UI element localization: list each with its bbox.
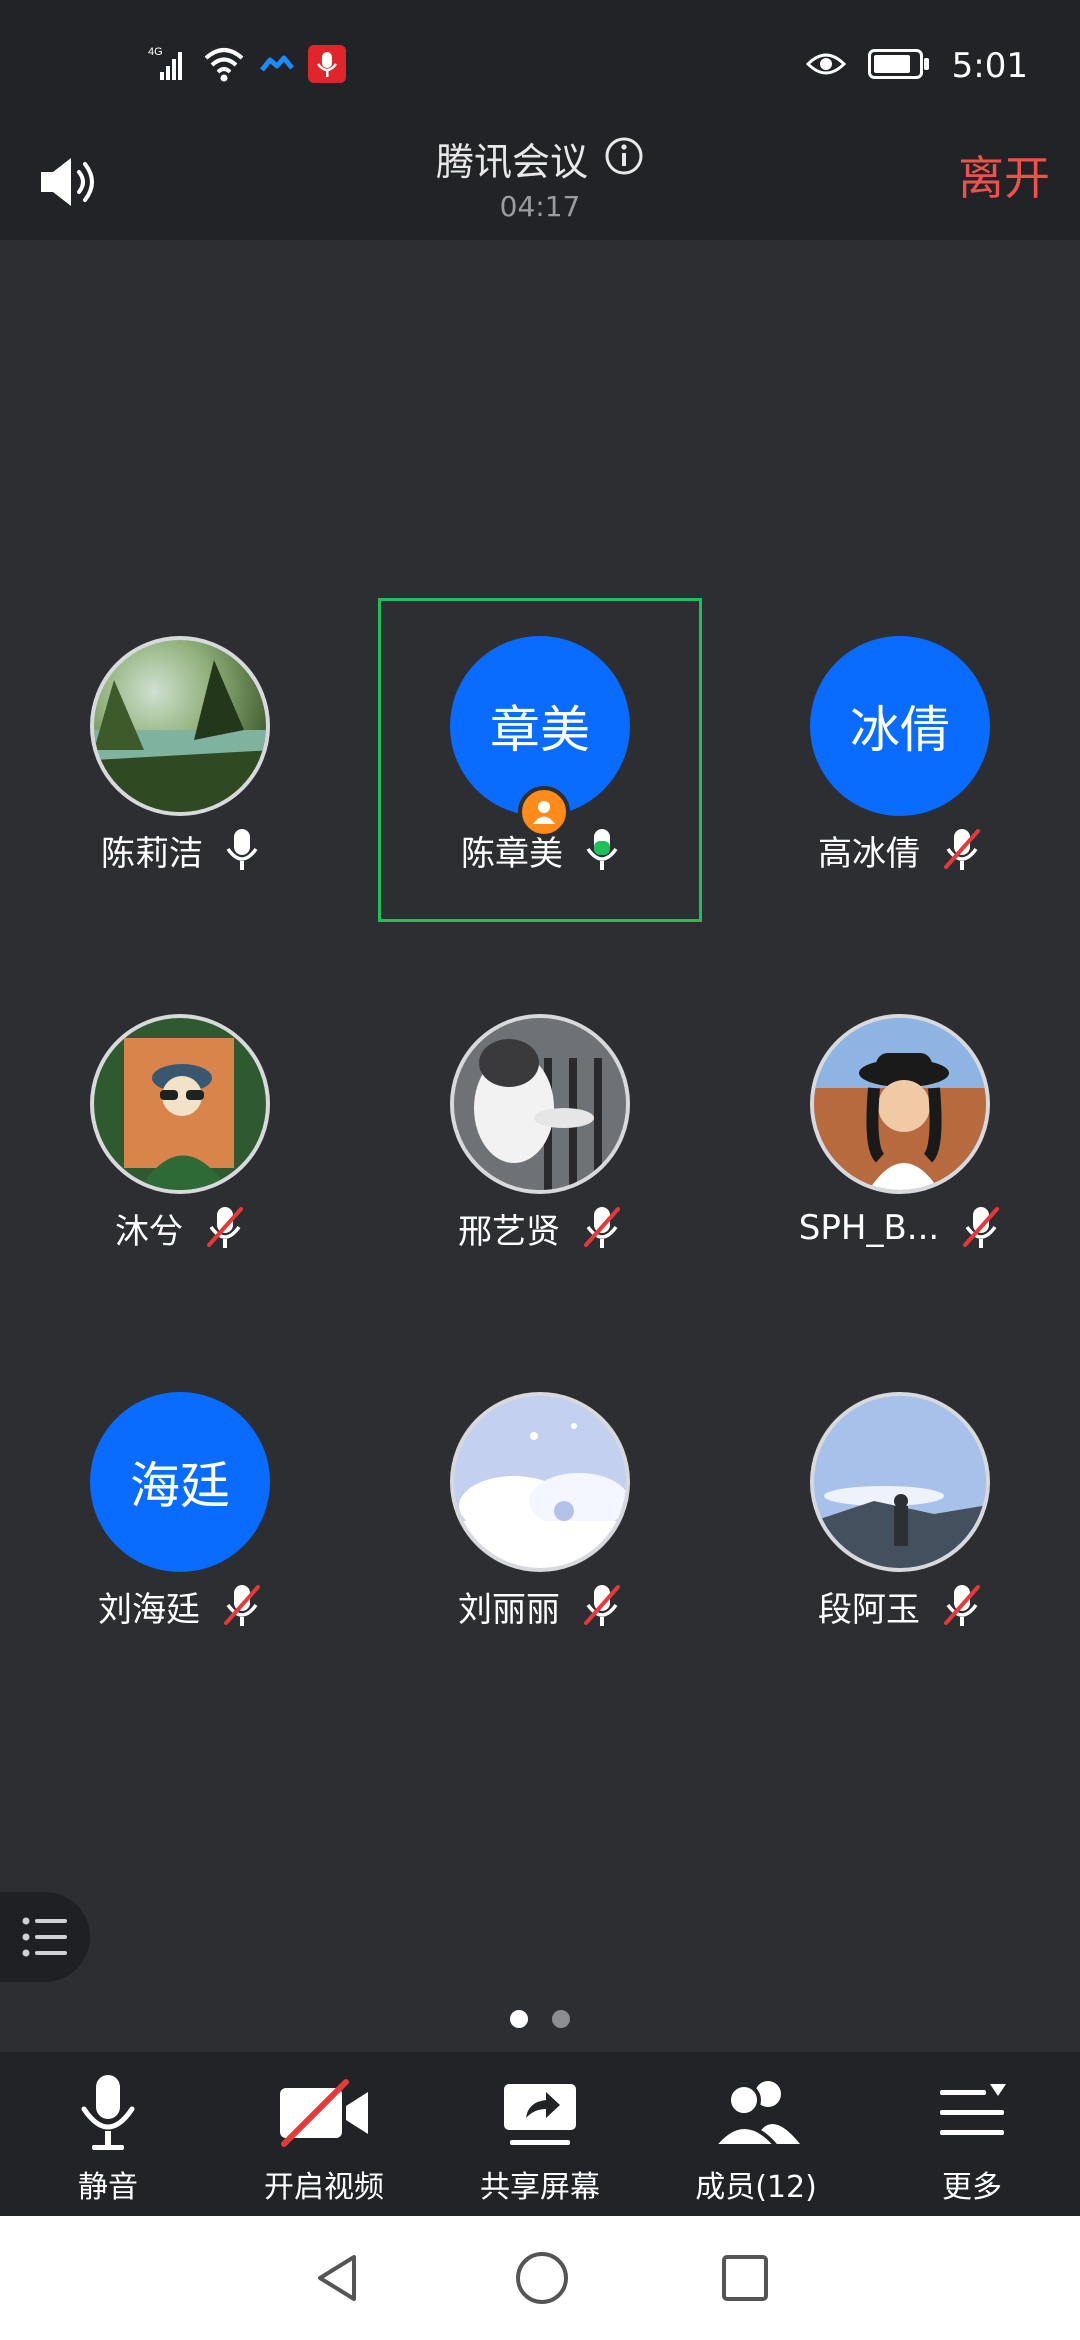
more-menu-icon [940,2084,1006,2135]
start-video-button[interactable]: 开启视频 [216,2052,432,2216]
mute-button[interactable]: 静音 [0,2052,216,2216]
avatar-photo-sky [814,1396,986,1568]
status-bar: 4G 5:01 [0,0,1080,130]
mic-muted-icon [207,1207,243,1248]
participant-name: 刘海廷 [98,1589,200,1630]
svg-text:4G: 4G [148,46,163,58]
list-icon [22,1917,67,1957]
mic-muted-icon [944,1585,980,1626]
page-dot[interactable] [552,2010,570,2028]
mic-recording-icon [308,45,346,87]
mic-on-icon [226,829,258,870]
participant-tile[interactable]: 冰倩 高冰倩 [780,616,1020,874]
mic-muted-icon [584,1207,620,1248]
signal-icon: 4G [148,44,188,88]
host-badge-icon [518,786,570,838]
avatar [810,1014,990,1194]
bottom-toolbar: 静音 开启视频 共享屏幕 成员(12) 更多 [0,2052,1080,2216]
members-icon [710,2081,800,2148]
meeting-header: 腾讯会议 04:17 离开 [0,130,1080,240]
mic-muted-icon [584,1585,620,1626]
video-off-icon [280,2079,368,2147]
meeting-screen: 4G 5:01 腾讯会议 04:17 离开 陈莉洁 章美 陈章美 冰倩 高冰倩 … [0,0,1080,2340]
info-icon[interactable] [604,136,644,180]
avatar-photo-cat [454,1018,626,1190]
home-icon[interactable] [514,2250,570,2306]
participant-tile[interactable]: 段阿玉 [780,1372,1020,1630]
mic-muted-icon [963,1207,1000,1248]
tencent-meeting-status-icon [260,52,294,80]
participant-name: 高冰倩 [818,833,920,874]
participant-name: SPH_B... [798,1208,940,1248]
avatar: 海廷 [90,1392,270,1572]
participant-name: 沐兮 [115,1211,183,1252]
members-label: 成员(12) [695,2170,817,2205]
avatar [90,636,270,816]
eye-icon [805,50,846,82]
microphone-icon [81,2075,135,2150]
leave-button[interactable]: 离开 [958,148,1050,208]
participant-name: 段阿玉 [818,1589,920,1630]
participant-tile[interactable]: 陈莉洁 [60,616,300,874]
avatar [810,1392,990,1572]
mic-muted-icon [224,1585,260,1626]
chat-list-toggle-button[interactable] [0,1892,90,1982]
status-right-icons: 5:01 [805,40,1028,92]
share-screen-icon [504,2084,576,2145]
avatar [450,1014,630,1194]
participant-tile[interactable]: 刘丽丽 [420,1372,660,1630]
page-indicator [0,2010,1080,2028]
share-screen-button[interactable]: 共享屏幕 [432,2052,648,2216]
participant-tile[interactable]: 海廷 刘海廷 [60,1372,300,1630]
start-video-label: 开启视频 [264,2170,384,2205]
status-left-icons: 4G [148,44,346,88]
participant-tile[interactable]: 邢艺贤 [420,994,660,1252]
participant-tile[interactable]: 沐兮 [60,994,300,1252]
participant-tile[interactable]: SPH_B... [780,994,1020,1248]
page-dot-active[interactable] [510,2010,528,2028]
participant-name: 陈莉洁 [101,833,203,874]
meeting-title: 腾讯会议 [435,139,588,184]
avatar: 冰倩 [810,636,990,816]
clock-text: 5:01 [951,46,1028,86]
back-icon[interactable] [310,2251,364,2305]
more-label: 更多 [942,2170,1002,2205]
system-nav-bar [0,2216,1080,2340]
participant-name: 刘丽丽 [458,1589,560,1630]
more-button[interactable]: 更多 [864,2052,1080,2216]
mic-speaking-icon [586,829,618,870]
participant-name: 邢艺贤 [458,1211,560,1252]
meeting-title-block: 腾讯会议 04:17 [0,130,1080,223]
mute-label: 静音 [78,2170,138,2205]
recents-icon[interactable] [720,2253,770,2303]
mic-muted-icon [944,829,980,870]
wifi-icon [202,44,246,88]
members-button[interactable]: 成员(12) [648,2052,864,2216]
meeting-timer: 04:17 [499,190,581,223]
share-screen-label: 共享屏幕 [480,2170,600,2205]
avatar-photo-snow [454,1396,626,1568]
battery-icon [867,49,930,83]
avatar [450,1392,630,1572]
avatar [90,1014,270,1194]
avatar-photo-portrait [814,1018,986,1190]
avatar-photo-landscape [94,660,266,812]
avatar-photo-illustration [124,1038,234,1190]
